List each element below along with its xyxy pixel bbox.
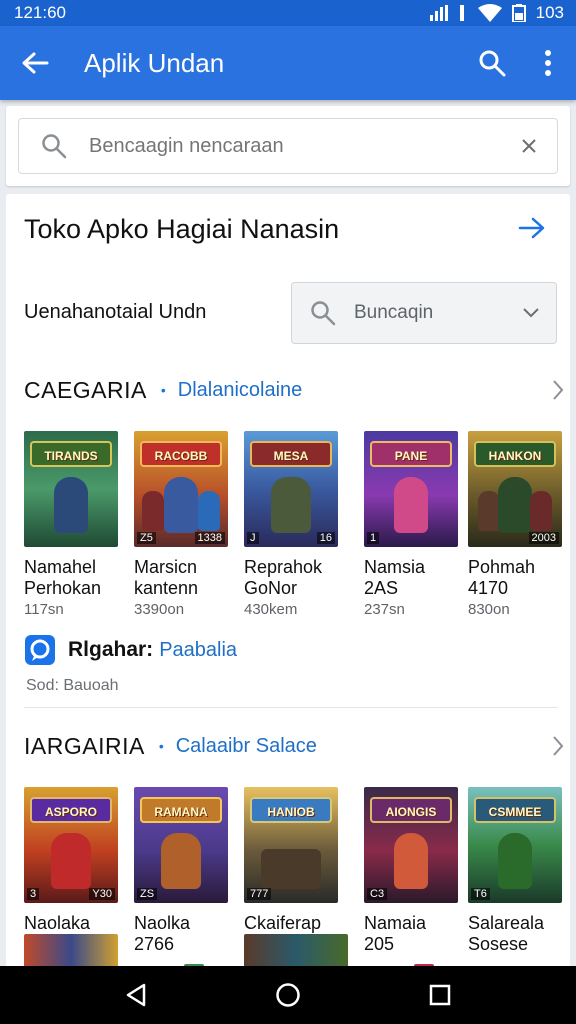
- app-name: Reprahok: [244, 557, 323, 577]
- section-subtitle[interactable]: Calaaibr Salace: [176, 735, 552, 758]
- app-card[interactable]: HANKON 2003 Pohmah 4170 830on: [468, 431, 562, 618]
- app-card[interactable]: CSMMEE T6 Salareala Sosese: [468, 787, 562, 955]
- app-thumbnail: AIONGIS C3: [364, 787, 458, 903]
- promo-title: Rlgahar:: [68, 638, 154, 661]
- main-content: Toko Apko Hagiai Nanasin Uenahanotaial U…: [6, 194, 570, 974]
- app-meta: 237sn: [364, 601, 405, 618]
- promo-subtitle: Sod: Bauoah: [26, 677, 119, 694]
- chat-bubble-icon: [25, 635, 55, 665]
- app-name-line2: GoNor: [244, 578, 298, 598]
- section-title: IARGAIRIA: [24, 732, 145, 759]
- triangle-back-icon: [126, 983, 146, 1007]
- app-thumbnail: RAMANA ZS: [134, 787, 228, 903]
- search-button[interactable]: [464, 26, 520, 100]
- app-name-line2: 2AS: [364, 578, 399, 598]
- app-card[interactable]: PANE 1 Namsia 2AS 237sn: [364, 431, 458, 618]
- app-card[interactable]: MESA J 16 Reprahok GoNor 430kem: [244, 431, 338, 618]
- app-bar-title: Aplik Undan: [84, 47, 225, 78]
- clear-button[interactable]: [501, 132, 557, 160]
- app-card[interactable]: AIONGIS C3 Namaia 205: [364, 787, 458, 955]
- app-thumbnail: CSMMEE T6: [468, 787, 562, 903]
- search-box: [18, 118, 558, 174]
- app-meta: 117sn: [24, 601, 64, 618]
- store-open-button[interactable]: [518, 216, 546, 245]
- app-card[interactable]: RAMANA ZS Naolka 2766: [134, 787, 228, 955]
- arrow-left-icon: [22, 52, 49, 74]
- signal-icon: [429, 5, 448, 21]
- search-field-icon: [19, 133, 89, 159]
- arrow-right-icon: [518, 217, 545, 239]
- section-header[interactable]: CAEGARIA • Dlalanicolaine: [24, 375, 564, 405]
- magnifier-icon: [42, 134, 67, 159]
- app-card[interactable]: HANIOB 777 Ckaiferap: [244, 787, 338, 934]
- app-card[interactable]: ASPORO 3 Y30 Naolaka: [24, 787, 118, 934]
- app-name: Naolka: [134, 913, 191, 933]
- app-name: Marsicn: [134, 557, 198, 577]
- separator-dot: •: [160, 382, 166, 398]
- search-input[interactable]: [89, 134, 501, 158]
- circle-home-icon: [276, 983, 300, 1007]
- filter-dropdown[interactable]: Buncaqin: [291, 282, 557, 344]
- chevron-right-icon: [553, 380, 564, 400]
- promo-link[interactable]: Paabalia: [159, 639, 237, 662]
- status-battery-text: 103: [535, 3, 564, 22]
- promo-badge: [24, 634, 56, 666]
- section-header[interactable]: IARGAIRIA • Calaaibr Salace: [24, 731, 564, 761]
- status-icons: 103: [429, 3, 564, 23]
- app-name: Namaia: [364, 913, 427, 933]
- filter-value: Buncaqin: [354, 302, 434, 323]
- app-thumbnail: HANKON 2003: [468, 431, 562, 547]
- separator-dot: •: [158, 738, 164, 754]
- app-thumbnail: ASPORO 3 Y30: [24, 787, 118, 903]
- square-recents-icon: [429, 984, 451, 1006]
- app-thumbnail: MESA J 16: [244, 431, 338, 547]
- magnifier-icon: [311, 301, 336, 326]
- app-row: TIRANDS Namahel Perhokan 117sn RACOBB Z5…: [24, 431, 564, 631]
- chevron-right-icon: [553, 736, 564, 756]
- search-card: [6, 106, 570, 186]
- nav-recents-button[interactable]: [410, 966, 470, 1024]
- system-nav-bar: [0, 966, 576, 1024]
- app-name: Salareala: [468, 913, 545, 933]
- promo-row[interactable]: Rlgahar: Paabalia: [24, 634, 237, 666]
- back-button[interactable]: [0, 26, 70, 100]
- app-thumbnail: PANE 1: [364, 431, 458, 547]
- chevron-down-icon: [523, 308, 539, 318]
- app-name: Ckaiferap: [244, 913, 322, 933]
- divider: [24, 707, 558, 708]
- app-card[interactable]: RACOBB Z5 1338 Marsicn kantenn 3390on: [134, 431, 228, 618]
- app-name: Namahel: [24, 557, 97, 577]
- status-time: 121:60: [14, 3, 66, 22]
- search-icon: [479, 50, 506, 77]
- app-thumbnail: RACOBB Z5 1338: [134, 431, 228, 547]
- app-meta: 830on: [468, 601, 510, 618]
- battery-icon: [511, 4, 526, 22]
- nav-back-button[interactable]: [106, 966, 166, 1024]
- close-icon: [522, 139, 536, 153]
- section-subtitle[interactable]: Dlalanicolaine: [178, 379, 552, 402]
- app-name-line2: 4170: [468, 578, 509, 598]
- app-thumbnail: TIRANDS: [24, 431, 118, 547]
- app-name-line2: kantenn: [134, 578, 199, 598]
- more-options-button[interactable]: [520, 26, 576, 100]
- sim-icon: [459, 5, 464, 21]
- store-title: Toko Apko Hagiai Nanasin: [24, 214, 340, 244]
- app-name-line2: Perhokan: [24, 578, 102, 598]
- wifi-icon: [477, 4, 502, 22]
- app-name: Pohmah: [468, 557, 536, 577]
- status-bar: 121:60 103: [0, 0, 576, 26]
- app-name: Naolaka: [24, 913, 91, 933]
- filter-label: Uenahanotaial Undn: [24, 301, 207, 323]
- section-title: CAEGARIA: [24, 376, 147, 403]
- app-meta: 430kem: [244, 601, 298, 618]
- app-meta: 3390on: [134, 601, 185, 618]
- nav-home-button[interactable]: [258, 966, 318, 1024]
- app-bar: Aplik Undan: [0, 26, 576, 100]
- app-thumbnail: HANIOB 777: [244, 787, 338, 903]
- app-card[interactable]: TIRANDS Namahel Perhokan 117sn: [24, 431, 118, 618]
- more-vert-icon: [545, 50, 551, 76]
- app-name: Namsia: [364, 557, 426, 577]
